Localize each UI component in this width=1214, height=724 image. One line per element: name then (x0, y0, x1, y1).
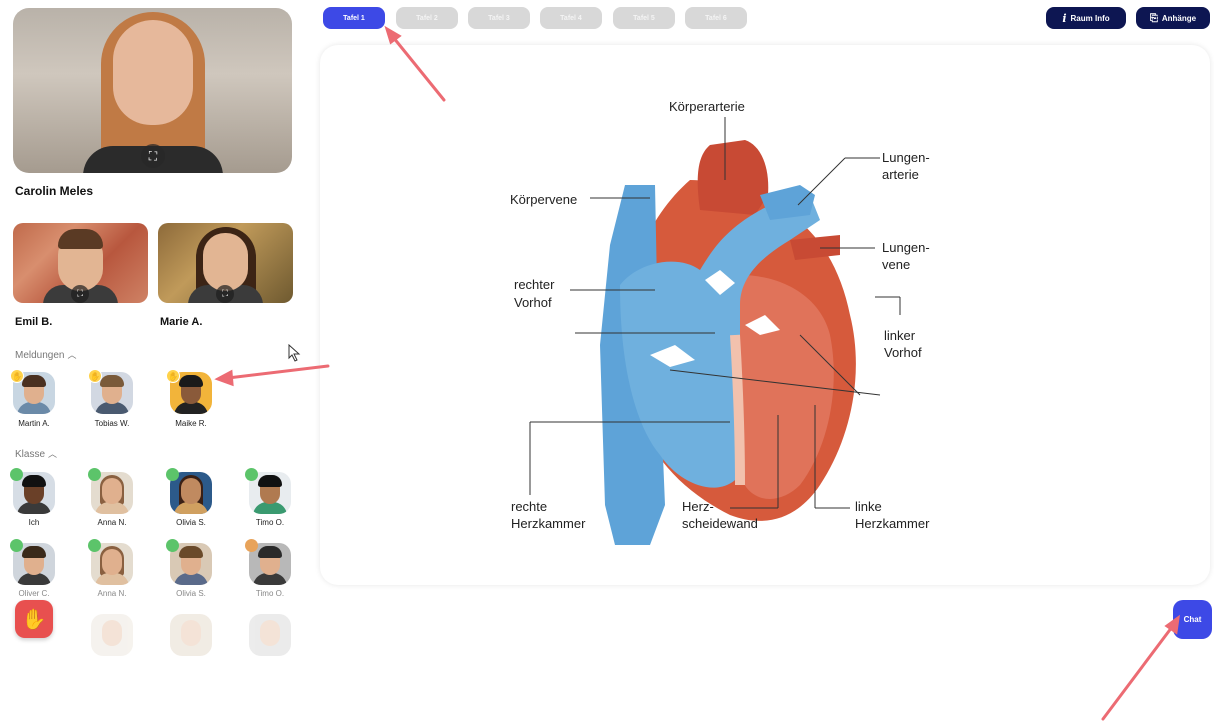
online-status-icon (245, 468, 258, 481)
messages-section-toggle[interactable]: Meldungen ︿ (15, 348, 77, 361)
fullscreen-icon[interactable]: ⛶ (141, 144, 165, 168)
online-status-icon (88, 468, 101, 481)
aorta-shape (697, 140, 769, 215)
tab-tafel-6[interactable]: Tafel 6 (685, 7, 747, 29)
avatar-name: Tobias W. (94, 419, 130, 428)
online-status-icon (88, 539, 101, 552)
avatar-name: Timo O. (255, 518, 285, 527)
label-herzscheidewand-1: Herz- (682, 499, 714, 514)
avatar-name: Maike R. (175, 419, 207, 428)
room-info-label: Raum Info (1070, 13, 1110, 23)
label-rechte-herzkammer-1: rechte (511, 499, 548, 514)
label-rechter-vorhof-1: rechter (514, 277, 555, 292)
avatar-face (181, 478, 201, 504)
person-face (203, 233, 248, 291)
arrow-to-chat (1101, 625, 1174, 721)
raised-hand-icon: ✋ (166, 369, 180, 383)
tab-tafel-2[interactable]: Tafel 2 (396, 7, 458, 29)
label-linker-vorhof-2: Vorhof (884, 345, 922, 360)
avatar-face (181, 620, 201, 646)
avatar-name: Olivia S. (176, 589, 206, 598)
raise-hand-button[interactable]: ✋ (15, 600, 53, 638)
participant-name: Emil B. (15, 316, 53, 328)
avatar-name: Timo O. (255, 589, 285, 598)
info-icon: i (1062, 11, 1067, 25)
tab-tafel-4[interactable]: Tafel 4 (540, 7, 602, 29)
fullscreen-icon[interactable]: ⛶ (216, 285, 234, 303)
teacher-video[interactable]: ⛶ (13, 8, 292, 173)
class-section-label: Klasse (15, 449, 46, 460)
avatar-faded[interactable] (91, 614, 133, 656)
participant-video-emil[interactable]: ⛶ (13, 223, 148, 303)
avatar-name: Anna N. (97, 518, 127, 527)
away-status-icon (245, 539, 258, 552)
label-lungenarterie-1: Lungen- (882, 150, 930, 165)
pulmonary-artery-shape (760, 185, 815, 220)
label-koerperarterie: Körperarterie (669, 99, 745, 114)
fullscreen-icon[interactable]: ⛶ (71, 285, 89, 303)
whiteboard[interactable]: Körperarterie Lungen- arterie Körpervene… (320, 45, 1210, 585)
person-hair (58, 229, 103, 249)
participant-name: Marie A. (160, 316, 203, 328)
label-rechter-vorhof-2: Vorhof (514, 295, 552, 310)
room-info-button[interactable]: i Raum Info (1046, 7, 1126, 29)
avatar-hair (179, 546, 203, 558)
online-status-icon (10, 468, 23, 481)
attachment-icon: ⎘ (1149, 12, 1158, 24)
label-linke-herzkammer-2: Herzkammer (855, 516, 930, 531)
avatar-name: Anna N. (97, 589, 127, 598)
attachments-button[interactable]: ⎘ Anhänge (1136, 7, 1210, 29)
avatar-face (102, 478, 122, 504)
avatar-name: Ich (28, 518, 40, 527)
avatar-hair (22, 475, 46, 487)
teacher-name: Carolin Meles (15, 184, 94, 198)
septum-shape (730, 334, 745, 486)
avatar-hair (22, 546, 46, 558)
arrow-head (384, 25, 402, 45)
avatar-hair (100, 375, 124, 387)
raised-hand-icon: ✋ (10, 369, 24, 383)
chat-button[interactable]: Chat (1173, 600, 1212, 639)
attachments-label: Anhänge (1161, 13, 1197, 23)
app-root: ⛶ Carolin Meles ⛶ ⛶ Emil B. Marie A. Mel… (0, 0, 1214, 724)
label-rechte-herzkammer-2: Herzkammer (511, 516, 586, 531)
tab-tafel-3[interactable]: Tafel 3 (468, 7, 530, 29)
online-status-icon (166, 468, 179, 481)
avatar-faded[interactable] (170, 614, 212, 656)
avatar-face (102, 620, 122, 646)
avatar-name: Olivia S. (176, 518, 206, 527)
avatar-name: Oliver C. (18, 589, 50, 598)
raised-hand-icon: ✋ (21, 607, 47, 631)
participant-video-marie[interactable]: ⛶ (158, 223, 293, 303)
label-herzscheidewand-2: scheidewand (682, 516, 758, 531)
online-status-icon (10, 539, 23, 552)
teacher-face (113, 20, 193, 125)
online-status-icon (166, 539, 179, 552)
chevron-up-icon: ︿ (48, 449, 58, 459)
tab-tafel-5[interactable]: Tafel 5 (613, 7, 675, 29)
label-linker-vorhof-1: linker (884, 328, 916, 343)
chevron-up-icon: ︿ (67, 350, 77, 360)
sidebar: ⛶ Carolin Meles ⛶ ⛶ Emil B. Marie A. Mel… (0, 0, 305, 724)
tab-tafel-1[interactable]: Tafel 1 (323, 7, 385, 29)
avatar-face (102, 549, 122, 575)
avatar-hair (258, 546, 282, 558)
avatar-hair (22, 375, 46, 387)
class-section-toggle[interactable]: Klasse ︿ (15, 447, 57, 460)
label-lungenarterie-2: arterie (882, 167, 919, 182)
label-linke-herzkammer-1: linke (855, 499, 882, 514)
label-koerpervene: Körpervene (510, 192, 578, 207)
avatar-hair (258, 475, 282, 487)
label-lungenvene-1: Lungen- (882, 240, 930, 255)
avatar-hair (179, 375, 203, 387)
avatar-name: Martin A. (18, 419, 50, 428)
heart-diagram (529, 117, 901, 545)
avatar-faded[interactable] (249, 614, 291, 656)
raised-hand-icon: ✋ (88, 369, 102, 383)
messages-section-label: Meldungen (15, 350, 65, 361)
avatar-face (260, 620, 280, 646)
label-lungenvene-2: vene (882, 257, 911, 272)
mouse-cursor-icon (288, 344, 301, 362)
